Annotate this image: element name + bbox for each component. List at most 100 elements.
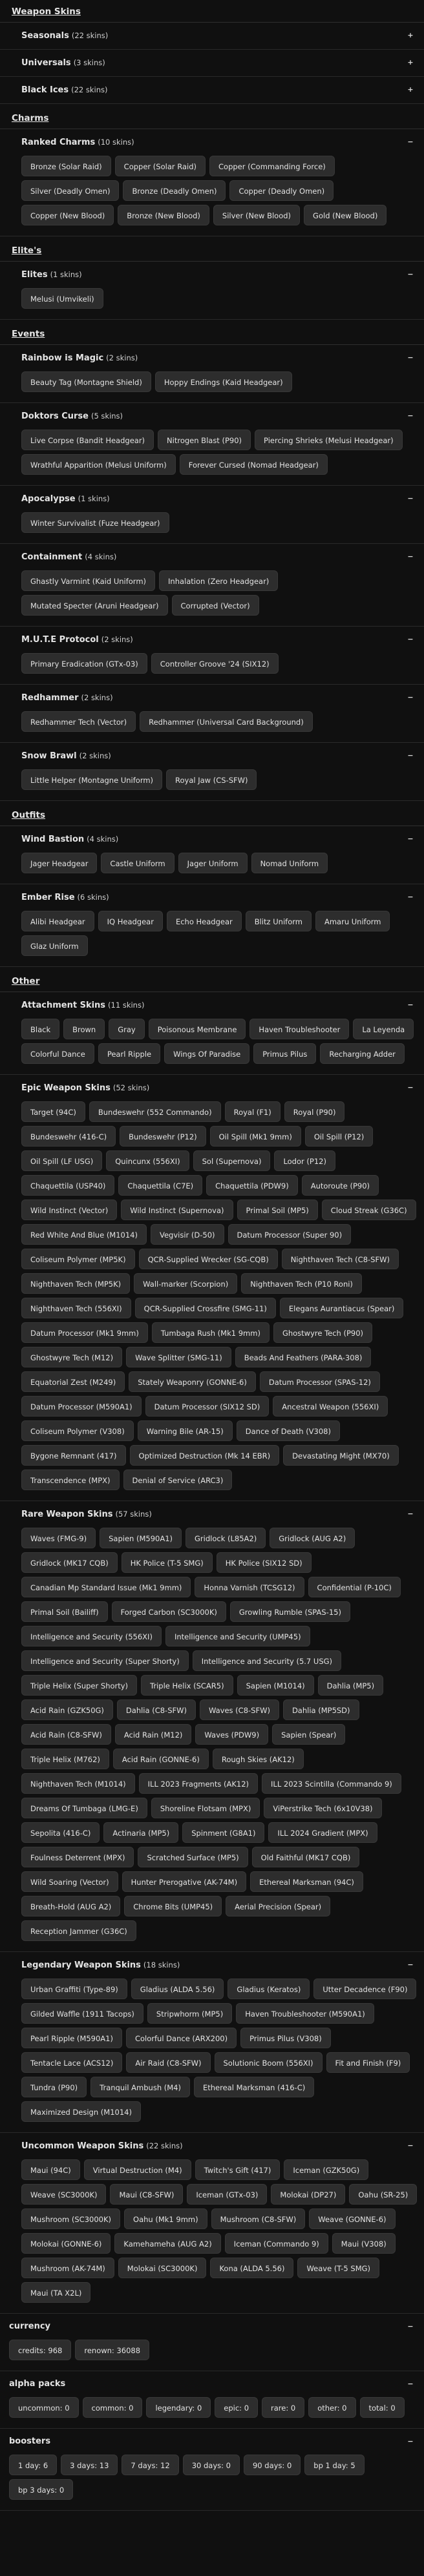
- plus-icon[interactable]: +: [406, 85, 415, 95]
- skin-chip: Iceman (GZK50G): [284, 2159, 369, 2180]
- skin-chip: Vegvisir (D-50): [150, 1224, 224, 1245]
- skin-chip: Controller Groove '24 (SIX12): [151, 653, 279, 674]
- alpha_packs-chip: other: 0: [308, 2397, 356, 2418]
- section-header[interactable]: Universals (3 skins) +: [0, 50, 424, 76]
- skin-chip: Ghostwyre Tech (M12): [21, 1347, 123, 1367]
- minus-icon[interactable]: −: [406, 493, 415, 504]
- skin-chip: Wild Soaring (Vector): [21, 1871, 118, 1892]
- boosters-header[interactable]: boosters −: [0, 2429, 424, 2455]
- skin-chip: Weave (T-5 SMG): [297, 2258, 380, 2278]
- skin-chip: Coliseum Polymer (V308): [21, 1420, 134, 1441]
- minus-icon[interactable]: −: [406, 552, 415, 562]
- section-rainbow-is-magic: Rainbow is Magic (2 skins) − Beauty Tag (Mo…: [0, 345, 424, 403]
- skin-chip: Intelligence and Security (5.7 USG): [192, 1650, 342, 1671]
- section-title: Elites: [21, 270, 48, 280]
- section-header[interactable]: Containment (4 skins) −: [0, 544, 424, 570]
- plus-icon[interactable]: +: [406, 57, 415, 68]
- section-header[interactable]: Rainbow is Magic (2 skins) −: [0, 345, 424, 371]
- skin-chip: Chaquettila (C7E): [118, 1175, 203, 1196]
- minus-icon[interactable]: −: [406, 1960, 415, 1970]
- skin-chip: Chrome Bits (UMP45): [124, 1896, 222, 1916]
- minus-icon[interactable]: −: [406, 1083, 415, 1093]
- minus-icon[interactable]: −: [406, 1000, 415, 1010]
- skin-chip: Canadian Mp Standard Issue (Mk1 9mm): [21, 1577, 191, 1597]
- skin-chip: Gold (New Blood): [304, 205, 387, 225]
- skin-list: Ghastly Varmint (Kaid Uniform) Inhalation…: [0, 570, 424, 626]
- section-header[interactable]: Ranked Charms (10 skins) −: [0, 129, 424, 156]
- skin-chip: Bundeswehr (416-C): [21, 1126, 116, 1147]
- skin-chip: Dance of Death (V308): [236, 1420, 340, 1441]
- section-seasonals: Seasonals (22 skins) +: [0, 23, 424, 50]
- section-header[interactable]: Redhammer (2 skins) −: [0, 685, 424, 711]
- section-title: Ember Rise: [21, 893, 75, 902]
- minus-icon[interactable]: −: [406, 2436, 415, 2447]
- minus-icon[interactable]: −: [406, 2141, 415, 2151]
- skin-chip: Oil Spill (P12): [304, 1126, 374, 1147]
- skin-chip: Kona (ALDA 5.56): [210, 2258, 294, 2278]
- section-ranked-charms: Ranked Charms (10 skins) − Bronze (Solar Ra…: [0, 129, 424, 236]
- skin-chip: Nighthaven Tech (MP5K): [21, 1273, 131, 1294]
- minus-icon[interactable]: −: [406, 834, 415, 844]
- section-header[interactable]: Attachment Skins (11 skins) −: [0, 992, 424, 1019]
- plus-icon[interactable]: +: [406, 30, 415, 41]
- alpha_packs-header[interactable]: alpha packs −: [0, 2371, 424, 2397]
- section-count: (18 skins): [143, 1960, 180, 1969]
- skin-chip: Maui (TA X2L): [21, 2282, 91, 2303]
- skin-chip: Datum Processor (SPAS-12): [259, 1371, 380, 1392]
- skin-chip: Stately Weaponry (GONNE-6): [129, 1371, 256, 1392]
- section-header[interactable]: Wind Bastion (4 skins) −: [0, 826, 424, 853]
- minus-icon[interactable]: −: [406, 892, 415, 902]
- skin-chip: Forever Cursed (Nomad Headgear): [179, 454, 328, 475]
- skin-chip: Solutionic Boom (556XI): [214, 2052, 323, 2073]
- skin-chip: Corrupted (Vector): [171, 595, 259, 616]
- section-title: boosters: [9, 2436, 51, 2446]
- section-header[interactable]: Doktors Curse (5 skins) −: [0, 403, 424, 430]
- minus-icon[interactable]: −: [406, 353, 415, 363]
- section-apocalypse: Apocalypse (1 skins) − Winter Survivalist (…: [0, 486, 424, 544]
- section-title: Doktors Curse: [21, 411, 89, 421]
- section-header[interactable]: Rare Weapon Skins (57 skins) −: [0, 1501, 424, 1528]
- section-header[interactable]: Ember Rise (6 skins) −: [0, 884, 424, 911]
- minus-icon[interactable]: −: [406, 634, 415, 645]
- currency-header[interactable]: currency −: [0, 2314, 424, 2340]
- minus-icon[interactable]: −: [406, 692, 415, 703]
- section-count: (4 skins): [87, 835, 119, 844]
- skin-list: Waves (FMG-9) Sapien (M590A1) Gridlock (L8…: [0, 1528, 424, 1951]
- skin-chip: Sapien (Spear): [272, 1724, 346, 1745]
- section-title: Uncommon Weapon Skins: [21, 2141, 144, 2151]
- section-header[interactable]: Legendary Weapon Skins (18 skins) −: [0, 1952, 424, 1979]
- skin-chip: Datum Processor (M590A1): [21, 1396, 142, 1417]
- minus-icon[interactable]: −: [406, 269, 415, 280]
- alpha_packs-chip: total: 0: [359, 2397, 405, 2418]
- skin-chip: Royal (F1): [224, 1101, 281, 1122]
- section-header[interactable]: Seasonals (22 skins) +: [0, 23, 424, 49]
- skin-chip: Winter Survivalist (Fuze Headgear): [21, 512, 169, 533]
- skin-chip: Nomad Uniform: [251, 853, 328, 873]
- section-count: (22 skins): [71, 31, 109, 40]
- minus-icon[interactable]: −: [406, 2322, 415, 2332]
- section-header[interactable]: M.U.T.E Protocol (2 skins) −: [0, 627, 424, 653]
- skin-chip: Urban Graffiti (Type-89): [21, 1979, 127, 1999]
- skin-chip: Waves (PDW9): [195, 1724, 269, 1745]
- minus-icon[interactable]: −: [406, 411, 415, 421]
- section-header[interactable]: Epic Weapon Skins (52 skins) −: [0, 1075, 424, 1101]
- section-header[interactable]: Apocalypse (1 skins) −: [0, 486, 424, 512]
- category-heading: Other: [0, 967, 424, 992]
- boosters-chip: 7 days: 12: [122, 2455, 179, 2475]
- section-header[interactable]: Uncommon Weapon Skins (22 skins) −: [0, 2133, 424, 2159]
- skin-chip: Utter Decadence (F90): [313, 1979, 417, 1999]
- minus-icon[interactable]: −: [406, 2379, 415, 2389]
- skin-chip: Transcendence (MPX): [21, 1470, 120, 1490]
- skin-chip: Intelligence and Security (Super Shorty): [21, 1650, 189, 1671]
- section-header[interactable]: Snow Brawl (2 skins) −: [0, 743, 424, 769]
- skin-chip: Oahu (SR-25): [349, 2184, 418, 2205]
- skin-chip: Kamehameha (AUG A2): [114, 2233, 221, 2254]
- skin-chip: Wall-marker (Scorpion): [134, 1273, 238, 1294]
- skin-chip: Hunter Prerogative (AK-74M): [122, 1871, 247, 1892]
- minus-icon[interactable]: −: [406, 1509, 415, 1519]
- section-header[interactable]: Elites (1 skins) −: [0, 262, 424, 288]
- section-title: Ranked Charms: [21, 138, 96, 147]
- minus-icon[interactable]: −: [406, 137, 415, 147]
- minus-icon[interactable]: −: [406, 751, 415, 761]
- section-header[interactable]: Black Ices (22 skins) +: [0, 77, 424, 103]
